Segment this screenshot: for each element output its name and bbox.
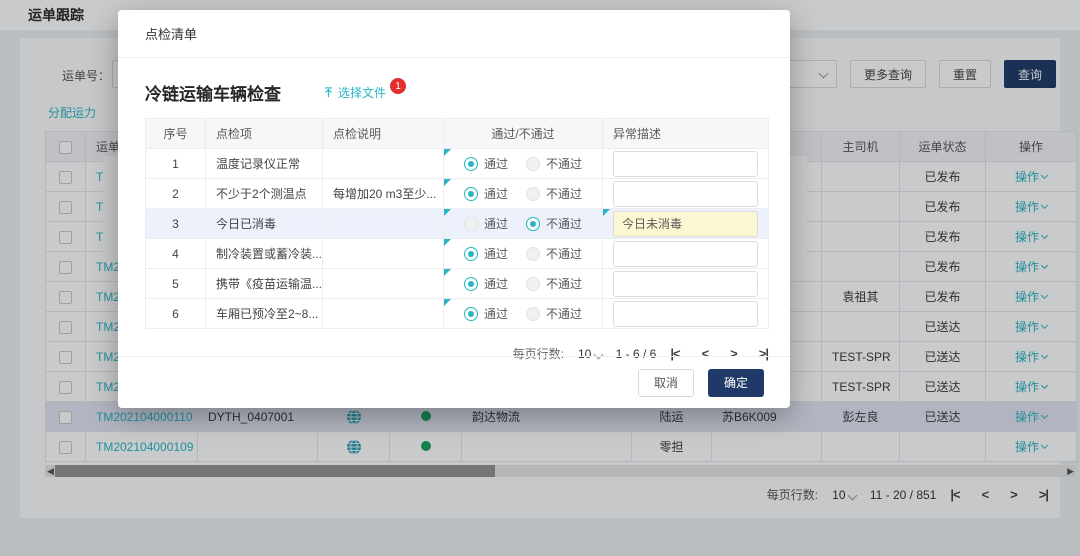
confirm-button[interactable]: 确定 bbox=[708, 369, 764, 397]
cancel-button[interactable]: 取消 bbox=[638, 369, 694, 397]
pass-fail-cell: 通过 不通过 bbox=[444, 149, 603, 179]
fail-option[interactable]: 不通过 bbox=[526, 185, 582, 202]
inspection-item-cell: 车厢已预冷至2~8... bbox=[206, 299, 323, 329]
fail-option[interactable]: 不通过 bbox=[526, 305, 582, 322]
pass-option[interactable]: 通过 bbox=[464, 185, 508, 202]
checklist-row: 1 温度记录仪正常 通过 不通过 bbox=[146, 149, 769, 179]
col-pass-fail: 通过/不通过 bbox=[444, 119, 603, 149]
abnormal-desc-input[interactable] bbox=[613, 151, 758, 177]
abnormal-desc-input[interactable] bbox=[613, 181, 758, 207]
fail-option[interactable]: 不通过 bbox=[526, 245, 582, 262]
inspection-desc-cell bbox=[323, 149, 444, 179]
abnormal-desc-cell bbox=[603, 209, 769, 239]
inspection-item-cell: 今日已消毒 bbox=[206, 209, 323, 239]
upload-icon bbox=[323, 87, 334, 98]
pass-fail-cell: 通过 不通过 bbox=[444, 239, 603, 269]
abnormal-desc-cell bbox=[603, 179, 769, 209]
fail-radio[interactable] bbox=[526, 247, 540, 261]
choose-file-link[interactable]: 选择文件 bbox=[323, 84, 386, 101]
row-number-cell: 1 bbox=[146, 149, 206, 179]
pass-radio[interactable] bbox=[464, 307, 478, 321]
pass-fail-cell: 通过 不通过 bbox=[444, 299, 603, 329]
abnormal-desc-input[interactable] bbox=[613, 271, 758, 297]
checklist-row: 6 车厢已预冷至2~8... 通过 不通过 bbox=[146, 299, 769, 329]
modal-title: 点检清单 bbox=[145, 24, 197, 43]
pass-option[interactable]: 通过 bbox=[464, 245, 508, 262]
pass-radio[interactable] bbox=[464, 217, 478, 231]
inspection-item-cell: 制冷装置或蓄冷装... bbox=[206, 239, 323, 269]
inspection-modal: 点检清单 冷链运输车辆检查 选择文件 1 bbox=[118, 10, 790, 408]
row-number-cell: 3 bbox=[146, 209, 206, 239]
fail-radio[interactable] bbox=[526, 217, 540, 231]
pass-option[interactable]: 通过 bbox=[464, 215, 508, 232]
inspection-desc-cell bbox=[323, 269, 444, 299]
pass-radio[interactable] bbox=[464, 277, 478, 291]
row-number-cell: 5 bbox=[146, 269, 206, 299]
row-number-cell: 6 bbox=[146, 299, 206, 329]
col-item: 点检项 bbox=[206, 119, 323, 149]
fail-radio[interactable] bbox=[526, 157, 540, 171]
checklist-row: 3 今日已消毒 通过 不通过 bbox=[146, 209, 769, 239]
pass-option[interactable]: 通过 bbox=[464, 305, 508, 322]
fail-option[interactable]: 不通过 bbox=[526, 155, 582, 172]
col-note: 异常描述 bbox=[603, 119, 769, 149]
col-no: 序号 bbox=[146, 119, 206, 149]
pass-radio[interactable] bbox=[464, 247, 478, 261]
fail-radio[interactable] bbox=[526, 187, 540, 201]
col-desc: 点检说明 bbox=[323, 119, 444, 149]
pass-fail-cell: 通过 不通过 bbox=[444, 179, 603, 209]
inspection-desc-cell: 每增加20 m3至少... bbox=[323, 179, 444, 209]
inspection-desc-cell bbox=[323, 299, 444, 329]
fail-radio[interactable] bbox=[526, 307, 540, 321]
modal-header: 点检清单 bbox=[118, 10, 790, 58]
pass-radio[interactable] bbox=[464, 187, 478, 201]
abnormal-desc-cell bbox=[603, 149, 769, 179]
checklist-table: 序号 点检项 点检说明 通过/不通过 异常描述 1 温度记录仪正常 bbox=[145, 118, 769, 329]
abnormal-desc-cell bbox=[603, 299, 769, 329]
checklist-row: 2 不少于2个测温点 每增加20 m3至少... 通过 不通过 bbox=[146, 179, 769, 209]
pass-fail-cell: 通过 不通过 bbox=[444, 209, 603, 239]
inspection-item-cell: 不少于2个测温点 bbox=[206, 179, 323, 209]
abnormal-desc-cell bbox=[603, 269, 769, 299]
screen: 运单跟踪 运单号： 更多查询 重置 查询 分配运力 绑 bbox=[0, 0, 1080, 556]
pass-option[interactable]: 通过 bbox=[464, 275, 508, 292]
fail-option[interactable]: 不通过 bbox=[526, 215, 582, 232]
abnormal-desc-input[interactable] bbox=[613, 301, 758, 327]
checklist-row: 5 携带《疫苗运输温... 通过 不通过 bbox=[146, 269, 769, 299]
abnormal-desc-cell bbox=[603, 239, 769, 269]
checklist-row: 4 制冷装置或蓄冷装... 通过 不通过 bbox=[146, 239, 769, 269]
row-number-cell: 2 bbox=[146, 179, 206, 209]
inspection-item-cell: 温度记录仪正常 bbox=[206, 149, 323, 179]
inspection-desc-cell bbox=[323, 239, 444, 269]
pass-radio[interactable] bbox=[464, 157, 478, 171]
file-count-badge: 1 bbox=[390, 78, 406, 94]
modal-footer: 取消 确定 bbox=[118, 356, 790, 408]
row-number-cell: 4 bbox=[146, 239, 206, 269]
pass-fail-cell: 通过 不通过 bbox=[444, 269, 603, 299]
section-title: 冷链运输车辆检查 bbox=[145, 80, 281, 105]
abnormal-desc-input[interactable] bbox=[613, 241, 758, 267]
abnormal-desc-input[interactable] bbox=[613, 211, 758, 237]
fail-option[interactable]: 不通过 bbox=[526, 275, 582, 292]
checklist-header-row: 序号 点检项 点检说明 通过/不通过 异常描述 bbox=[146, 119, 769, 149]
inspection-desc-cell bbox=[323, 209, 444, 239]
pass-option[interactable]: 通过 bbox=[464, 155, 508, 172]
fail-radio[interactable] bbox=[526, 277, 540, 291]
inspection-item-cell: 携带《疫苗运输温... bbox=[206, 269, 323, 299]
